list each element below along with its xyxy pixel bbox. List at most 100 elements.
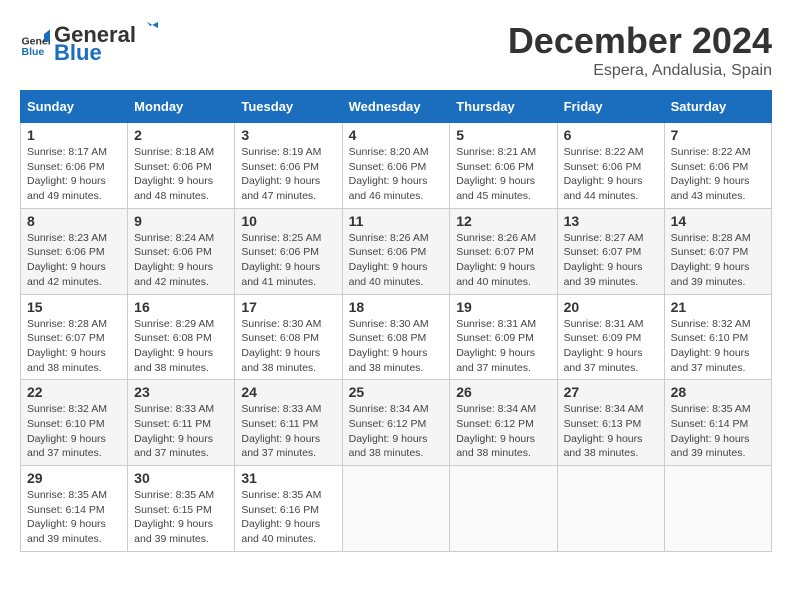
day-number: 26 (456, 384, 550, 400)
calendar-cell: 6 Sunrise: 8:22 AMSunset: 6:06 PMDayligh… (557, 123, 664, 209)
day-info: Sunrise: 8:34 AMSunset: 6:12 PMDaylight:… (349, 403, 429, 459)
day-info: Sunrise: 8:33 AMSunset: 6:11 PMDaylight:… (134, 403, 214, 459)
calendar-week-2: 8 Sunrise: 8:23 AMSunset: 6:06 PMDayligh… (21, 208, 772, 294)
calendar-cell (557, 466, 664, 552)
day-info: Sunrise: 8:18 AMSunset: 6:06 PMDaylight:… (134, 146, 214, 202)
day-number: 8 (27, 213, 121, 229)
main-title: December 2024 (508, 20, 772, 62)
day-number: 9 (134, 213, 228, 229)
weekday-header-saturday: Saturday (664, 91, 771, 123)
day-number: 21 (671, 299, 765, 315)
day-number: 19 (456, 299, 550, 315)
day-info: Sunrise: 8:27 AMSunset: 6:07 PMDaylight:… (564, 232, 644, 288)
weekday-header-thursday: Thursday (450, 91, 557, 123)
day-info: Sunrise: 8:26 AMSunset: 6:06 PMDaylight:… (349, 232, 429, 288)
calendar-cell: 4 Sunrise: 8:20 AMSunset: 6:06 PMDayligh… (342, 123, 450, 209)
day-info: Sunrise: 8:35 AMSunset: 6:14 PMDaylight:… (671, 403, 751, 459)
day-number: 16 (134, 299, 228, 315)
day-number: 20 (564, 299, 658, 315)
day-info: Sunrise: 8:24 AMSunset: 6:06 PMDaylight:… (134, 232, 214, 288)
calendar-cell: 23 Sunrise: 8:33 AMSunset: 6:11 PMDaylig… (128, 380, 235, 466)
day-number: 15 (27, 299, 121, 315)
day-info: Sunrise: 8:28 AMSunset: 6:07 PMDaylight:… (671, 232, 751, 288)
day-number: 10 (241, 213, 335, 229)
svg-text:Blue: Blue (22, 46, 45, 58)
calendar-header: SundayMondayTuesdayWednesdayThursdayFrid… (21, 91, 772, 123)
day-info: Sunrise: 8:19 AMSunset: 6:06 PMDaylight:… (241, 146, 321, 202)
calendar-cell: 27 Sunrise: 8:34 AMSunset: 6:13 PMDaylig… (557, 380, 664, 466)
calendar-cell: 12 Sunrise: 8:26 AMSunset: 6:07 PMDaylig… (450, 208, 557, 294)
day-number: 24 (241, 384, 335, 400)
weekday-row: SundayMondayTuesdayWednesdayThursdayFrid… (21, 91, 772, 123)
weekday-header-monday: Monday (128, 91, 235, 123)
day-info: Sunrise: 8:25 AMSunset: 6:06 PMDaylight:… (241, 232, 321, 288)
calendar-cell: 30 Sunrise: 8:35 AMSunset: 6:15 PMDaylig… (128, 466, 235, 552)
weekday-header-friday: Friday (557, 91, 664, 123)
day-info: Sunrise: 8:28 AMSunset: 6:07 PMDaylight:… (27, 318, 107, 374)
day-number: 11 (349, 213, 444, 229)
day-number: 12 (456, 213, 550, 229)
calendar-week-5: 29 Sunrise: 8:35 AMSunset: 6:14 PMDaylig… (21, 466, 772, 552)
calendar-cell: 7 Sunrise: 8:22 AMSunset: 6:06 PMDayligh… (664, 123, 771, 209)
calendar-cell: 21 Sunrise: 8:32 AMSunset: 6:10 PMDaylig… (664, 294, 771, 380)
calendar-cell: 8 Sunrise: 8:23 AMSunset: 6:06 PMDayligh… (21, 208, 128, 294)
day-info: Sunrise: 8:31 AMSunset: 6:09 PMDaylight:… (564, 318, 644, 374)
calendar-cell: 3 Sunrise: 8:19 AMSunset: 6:06 PMDayligh… (235, 123, 342, 209)
calendar-cell: 11 Sunrise: 8:26 AMSunset: 6:06 PMDaylig… (342, 208, 450, 294)
calendar-cell (664, 466, 771, 552)
day-number: 25 (349, 384, 444, 400)
calendar-cell: 20 Sunrise: 8:31 AMSunset: 6:09 PMDaylig… (557, 294, 664, 380)
day-number: 3 (241, 127, 335, 143)
calendar-cell: 1 Sunrise: 8:17 AMSunset: 6:06 PMDayligh… (21, 123, 128, 209)
calendar-week-3: 15 Sunrise: 8:28 AMSunset: 6:07 PMDaylig… (21, 294, 772, 380)
day-number: 4 (349, 127, 444, 143)
day-number: 22 (27, 384, 121, 400)
logo-icon: General Blue (20, 28, 50, 58)
day-info: Sunrise: 8:20 AMSunset: 6:06 PMDaylight:… (349, 146, 429, 202)
day-info: Sunrise: 8:31 AMSunset: 6:09 PMDaylight:… (456, 318, 536, 374)
calendar-cell: 13 Sunrise: 8:27 AMSunset: 6:07 PMDaylig… (557, 208, 664, 294)
day-info: Sunrise: 8:17 AMSunset: 6:06 PMDaylight:… (27, 146, 107, 202)
day-info: Sunrise: 8:34 AMSunset: 6:12 PMDaylight:… (456, 403, 536, 459)
calendar-cell: 24 Sunrise: 8:33 AMSunset: 6:11 PMDaylig… (235, 380, 342, 466)
day-number: 14 (671, 213, 765, 229)
day-info: Sunrise: 8:29 AMSunset: 6:08 PMDaylight:… (134, 318, 214, 374)
calendar-cell: 26 Sunrise: 8:34 AMSunset: 6:12 PMDaylig… (450, 380, 557, 466)
day-number: 31 (241, 470, 335, 486)
calendar-cell: 16 Sunrise: 8:29 AMSunset: 6:08 PMDaylig… (128, 294, 235, 380)
day-number: 27 (564, 384, 658, 400)
calendar-cell: 18 Sunrise: 8:30 AMSunset: 6:08 PMDaylig… (342, 294, 450, 380)
calendar-cell: 22 Sunrise: 8:32 AMSunset: 6:10 PMDaylig… (21, 380, 128, 466)
calendar-week-1: 1 Sunrise: 8:17 AMSunset: 6:06 PMDayligh… (21, 123, 772, 209)
day-number: 29 (27, 470, 121, 486)
day-info: Sunrise: 8:22 AMSunset: 6:06 PMDaylight:… (564, 146, 644, 202)
day-info: Sunrise: 8:21 AMSunset: 6:06 PMDaylight:… (456, 146, 536, 202)
calendar-cell: 19 Sunrise: 8:31 AMSunset: 6:09 PMDaylig… (450, 294, 557, 380)
calendar-cell (450, 466, 557, 552)
calendar-cell: 25 Sunrise: 8:34 AMSunset: 6:12 PMDaylig… (342, 380, 450, 466)
day-info: Sunrise: 8:35 AMSunset: 6:15 PMDaylight:… (134, 489, 214, 545)
day-number: 6 (564, 127, 658, 143)
calendar-week-4: 22 Sunrise: 8:32 AMSunset: 6:10 PMDaylig… (21, 380, 772, 466)
day-number: 30 (134, 470, 228, 486)
calendar-cell: 14 Sunrise: 8:28 AMSunset: 6:07 PMDaylig… (664, 208, 771, 294)
day-info: Sunrise: 8:30 AMSunset: 6:08 PMDaylight:… (349, 318, 429, 374)
calendar-cell: 5 Sunrise: 8:21 AMSunset: 6:06 PMDayligh… (450, 123, 557, 209)
weekday-header-wednesday: Wednesday (342, 91, 450, 123)
day-number: 18 (349, 299, 444, 315)
day-number: 17 (241, 299, 335, 315)
day-info: Sunrise: 8:32 AMSunset: 6:10 PMDaylight:… (671, 318, 751, 374)
logo-bird-icon (136, 20, 158, 42)
day-info: Sunrise: 8:34 AMSunset: 6:13 PMDaylight:… (564, 403, 644, 459)
day-info: Sunrise: 8:32 AMSunset: 6:10 PMDaylight:… (27, 403, 107, 459)
day-number: 23 (134, 384, 228, 400)
day-number: 7 (671, 127, 765, 143)
day-number: 28 (671, 384, 765, 400)
calendar-cell: 17 Sunrise: 8:30 AMSunset: 6:08 PMDaylig… (235, 294, 342, 380)
logo: General Blue General Blue (20, 20, 158, 66)
calendar-cell (342, 466, 450, 552)
day-info: Sunrise: 8:35 AMSunset: 6:16 PMDaylight:… (241, 489, 321, 545)
day-number: 1 (27, 127, 121, 143)
day-info: Sunrise: 8:26 AMSunset: 6:07 PMDaylight:… (456, 232, 536, 288)
page-header: General Blue General Blue December 2024 … (20, 20, 772, 80)
